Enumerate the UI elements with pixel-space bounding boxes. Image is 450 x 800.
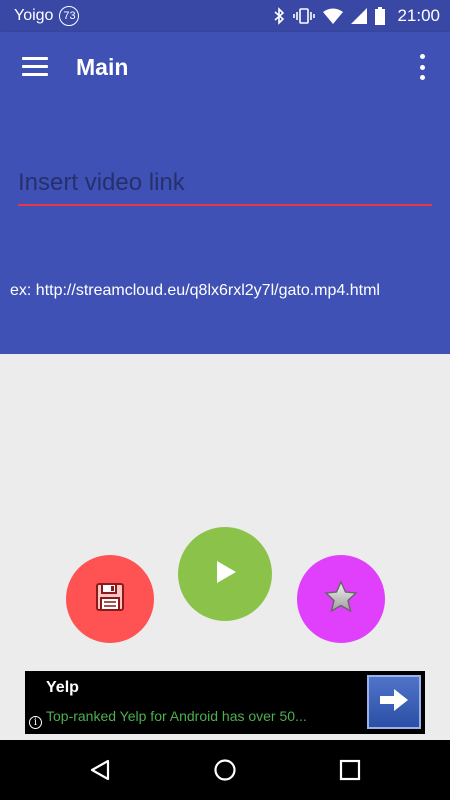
nav-home-icon[interactable] bbox=[210, 755, 240, 785]
floppy-disk-icon bbox=[95, 582, 125, 617]
nav-recents-icon[interactable] bbox=[335, 755, 365, 785]
app-bar: Main bbox=[0, 32, 450, 102]
play-icon bbox=[212, 559, 238, 590]
wifi-icon bbox=[323, 8, 344, 24]
ad-title: Yelp bbox=[46, 679, 79, 696]
nav-back-icon[interactable] bbox=[85, 755, 115, 785]
play-button[interactable] bbox=[178, 527, 272, 621]
vibrate-icon bbox=[293, 7, 316, 25]
bluetooth-icon bbox=[273, 7, 285, 25]
example-link-text: ex: http://streamcloud.eu/q8lx6rxl2y7l/g… bbox=[10, 282, 380, 299]
ad-arrow-button[interactable] bbox=[367, 675, 421, 729]
link-input-panel: ex: http://streamcloud.eu/q8lx6rxl2y7l/g… bbox=[0, 102, 450, 354]
ad-description: Top-ranked Yelp for Android has over 50.… bbox=[46, 708, 307, 724]
notification-count-badge: 73 bbox=[59, 6, 80, 26]
clock: 21:00 bbox=[397, 6, 440, 25]
status-icons: 21:00 bbox=[273, 0, 440, 32]
carrier-name: Yoigo bbox=[14, 7, 54, 24]
ad-info-icon[interactable]: i bbox=[29, 716, 42, 729]
more-vert-icon[interactable] bbox=[412, 54, 432, 80]
signal-icon bbox=[351, 8, 368, 24]
star-icon bbox=[324, 579, 358, 619]
video-link-input[interactable] bbox=[18, 162, 432, 206]
ad-banner[interactable]: Yelp Top-ranked Yelp for Android has ove… bbox=[25, 671, 425, 734]
favorite-button[interactable] bbox=[297, 555, 385, 643]
arrow-right-icon bbox=[378, 687, 410, 718]
save-button[interactable] bbox=[66, 555, 154, 643]
hamburger-menu-icon[interactable] bbox=[22, 54, 48, 80]
status-bar: Yoigo 73 21:00 bbox=[0, 0, 450, 32]
battery-icon bbox=[375, 7, 386, 25]
page-title: Main bbox=[76, 54, 129, 80]
system-nav-bar bbox=[0, 740, 450, 800]
